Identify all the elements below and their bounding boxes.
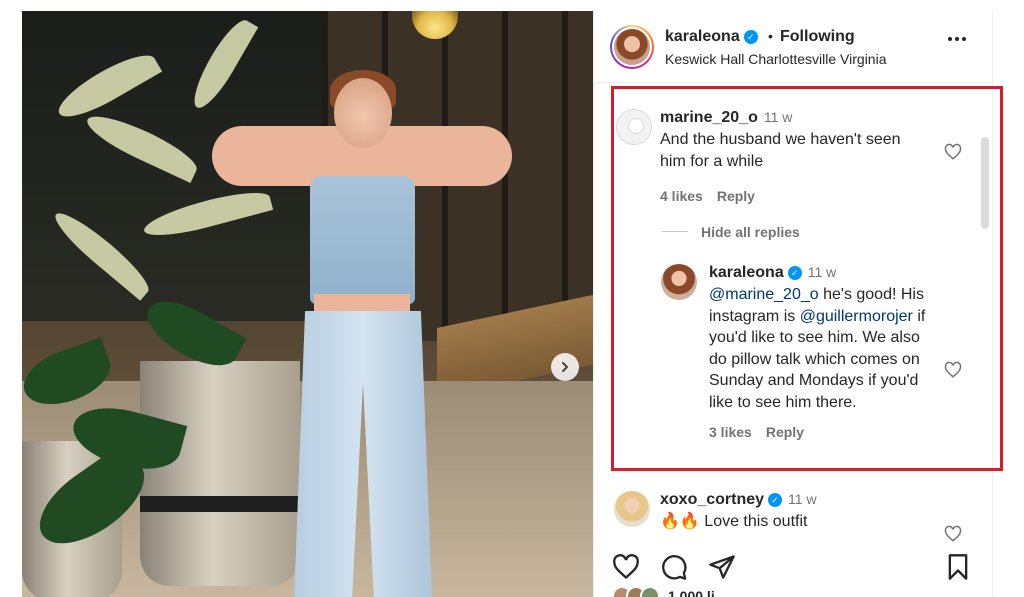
heart-icon[interactable] <box>944 525 962 543</box>
more-options-icon[interactable] <box>948 37 972 47</box>
comment-username[interactable]: xoxo_cortney <box>660 491 764 508</box>
share-icon[interactable] <box>708 553 736 581</box>
verified-badge-icon: ✓ <box>743 29 758 44</box>
avatar[interactable] <box>614 491 650 527</box>
comment-text: 🔥🔥 Love this outfit <box>660 513 808 530</box>
avatar <box>640 586 660 597</box>
post-header: karaleona ✓ • Following Keswick Hall Char… <box>594 11 994 83</box>
author-avatar[interactable] <box>610 25 654 69</box>
post-photo <box>22 11 593 597</box>
following-button[interactable]: Following <box>780 28 855 46</box>
comment-time[interactable]: 11 w <box>788 491 817 507</box>
highlight-box <box>611 86 1003 471</box>
likes-summary[interactable]: 1,000 li <box>612 586 715 597</box>
post-location[interactable]: Keswick Hall Charlottesville Virginia <box>665 51 887 67</box>
photo-subject <box>212 66 512 597</box>
comment-icon[interactable] <box>660 553 688 581</box>
heart-icon[interactable] <box>612 553 640 581</box>
author-username[interactable]: karaleona ✓ <box>665 28 758 46</box>
bookmark-icon[interactable] <box>944 553 972 581</box>
verified-badge-icon: ✓ <box>768 492 783 507</box>
header-separator: • <box>768 28 773 44</box>
likes-count[interactable]: 1,000 li <box>668 586 715 597</box>
chevron-right-icon <box>562 362 568 372</box>
next-photo-button[interactable] <box>551 353 579 381</box>
